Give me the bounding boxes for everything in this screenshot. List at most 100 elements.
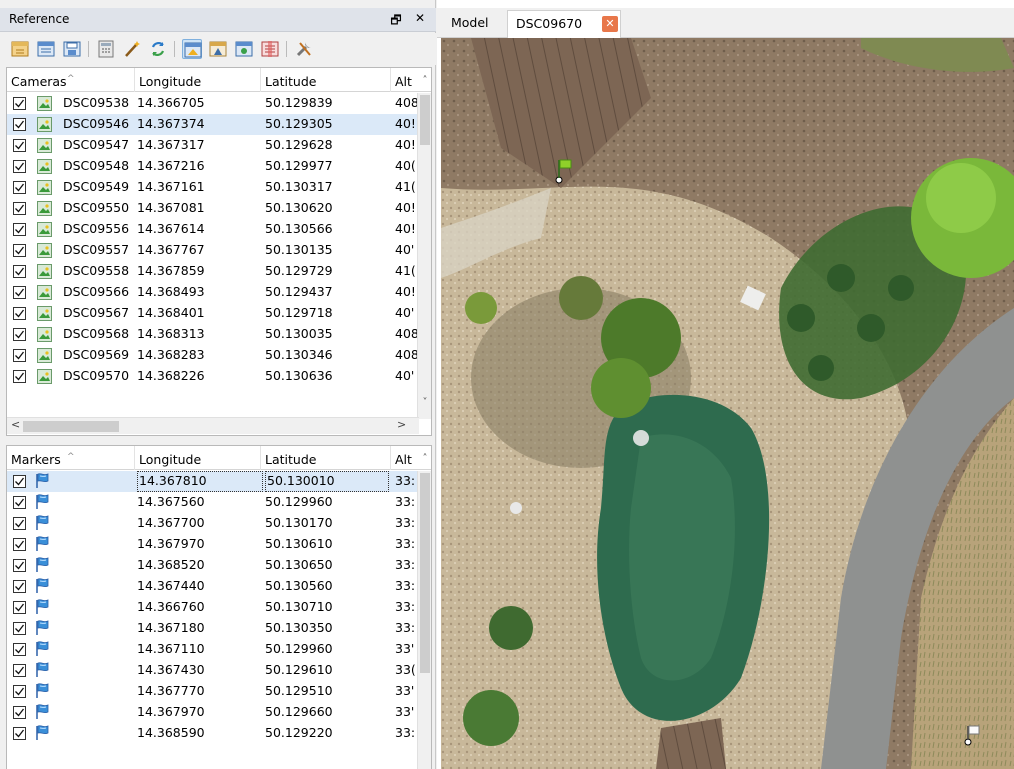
alt-cell[interactable]: 40!: [395, 282, 419, 303]
alt-cell[interactable]: 33': [395, 681, 419, 702]
longitude-cell[interactable]: 14.367770: [137, 681, 263, 702]
longitude-cell[interactable]: 14.368493: [137, 282, 263, 303]
camera-row[interactable]: DSC09568 14.368313 50.130035 408: [7, 324, 419, 345]
row-checkbox[interactable]: [13, 622, 26, 635]
latitude-cell[interactable]: 50.129628: [265, 135, 389, 156]
alt-cell[interactable]: 41(: [395, 177, 419, 198]
marker-row[interactable]: 14.367700 50.130170 33:: [7, 513, 419, 534]
aerial-photo[interactable]: [441, 38, 1014, 769]
latitude-cell[interactable]: 50.129305: [265, 114, 389, 135]
latitude-cell[interactable]: 50.129960: [265, 639, 389, 660]
alt-cell[interactable]: 33(: [395, 660, 419, 681]
alt-cell[interactable]: 40(: [395, 156, 419, 177]
column-header-cameras[interactable]: Cameras ^: [7, 68, 135, 92]
calculator-icon[interactable]: [96, 39, 116, 59]
latitude-cell[interactable]: 50.130710: [265, 597, 389, 618]
camera-row[interactable]: DSC09570 14.368226 50.130636 40': [7, 366, 419, 387]
latitude-cell[interactable]: 50.130650: [265, 555, 389, 576]
float-panel-button[interactable]: 🗗: [388, 11, 404, 32]
alt-cell[interactable]: 33:: [395, 492, 419, 513]
camera-row[interactable]: DSC09550 14.367081 50.130620 40!: [7, 198, 419, 219]
alt-cell[interactable]: 40!: [395, 219, 419, 240]
longitude-cell[interactable]: 14.367560: [137, 492, 263, 513]
column-header-alt[interactable]: Alt: [391, 446, 421, 470]
scroll-down-icon[interactable]: ˅: [418, 397, 431, 408]
row-checkbox[interactable]: [13, 370, 26, 383]
row-checkbox[interactable]: [13, 643, 26, 656]
alt-cell[interactable]: 408: [395, 93, 419, 114]
row-checkbox[interactable]: [13, 685, 26, 698]
row-checkbox[interactable]: [13, 580, 26, 593]
alt-cell[interactable]: 33:: [395, 534, 419, 555]
longitude-cell[interactable]: 14.366760: [137, 597, 263, 618]
marker-row[interactable]: 14.367970 50.129660 33': [7, 702, 419, 723]
column-header-latitude[interactable]: Latitude: [261, 68, 391, 92]
update-icon[interactable]: [148, 39, 168, 59]
marker-row[interactable]: 14.368590 50.129220 33:: [7, 723, 419, 744]
alt-cell[interactable]: 40': [395, 303, 419, 324]
row-checkbox[interactable]: [13, 286, 26, 299]
marker-row[interactable]: 14.367970 50.130610 33:: [7, 534, 419, 555]
marker-row[interactable]: 14.367440 50.130560 33:: [7, 576, 419, 597]
alt-cell[interactable]: 40!: [395, 135, 419, 156]
row-checkbox[interactable]: [13, 97, 26, 110]
view-source-icon[interactable]: [234, 39, 254, 59]
marker-row[interactable]: 14.367180 50.130350 33:: [7, 618, 419, 639]
row-checkbox[interactable]: [13, 139, 26, 152]
latitude-cell[interactable]: 50.130317: [265, 177, 389, 198]
column-header-longitude[interactable]: Longitude: [135, 68, 261, 92]
alt-cell[interactable]: 33:: [395, 555, 419, 576]
row-checkbox[interactable]: [13, 727, 26, 740]
column-header-markers[interactable]: Markers ^: [7, 446, 135, 470]
latitude-cell[interactable]: 50.130610: [265, 534, 389, 555]
alt-cell[interactable]: 408: [395, 324, 419, 345]
alt-cell[interactable]: 33:: [395, 618, 419, 639]
row-checkbox[interactable]: [13, 601, 26, 614]
longitude-cell[interactable]: 14.366705: [137, 93, 263, 114]
latitude-cell[interactable]: 50.130170: [265, 513, 389, 534]
scrollbar-thumb[interactable]: [23, 421, 119, 432]
latitude-cell[interactable]: 50.129437: [265, 282, 389, 303]
camera-row[interactable]: DSC09546 14.367374 50.129305 40!: [7, 114, 419, 135]
latitude-cell[interactable]: 50.130035: [265, 324, 389, 345]
latitude-cell[interactable]: 50.129718: [265, 303, 389, 324]
row-checkbox[interactable]: [13, 328, 26, 341]
longitude-cell[interactable]: 14.367767: [137, 240, 263, 261]
import-icon[interactable]: [10, 39, 30, 59]
longitude-cell[interactable]: 14.367161: [137, 177, 263, 198]
camera-row[interactable]: DSC09558 14.367859 50.129729 41(: [7, 261, 419, 282]
latitude-cell[interactable]: 50.130135: [265, 240, 389, 261]
longitude-cell[interactable]: 14.367700: [137, 513, 263, 534]
alt-cell[interactable]: 33:: [395, 597, 419, 618]
latitude-cell[interactable]: 50.130636: [265, 366, 389, 387]
camera-row[interactable]: DSC09557 14.367767 50.130135 40': [7, 240, 419, 261]
camera-row[interactable]: DSC09566 14.368493 50.129437 40!: [7, 282, 419, 303]
marker-row[interactable]: 14.367770 50.129510 33': [7, 681, 419, 702]
save-icon[interactable]: [62, 39, 82, 59]
alt-cell[interactable]: 33': [395, 702, 419, 723]
view-variance-icon[interactable]: [260, 39, 280, 59]
camera-row[interactable]: DSC09549 14.367161 50.130317 41(: [7, 177, 419, 198]
row-checkbox[interactable]: [13, 118, 26, 131]
row-checkbox[interactable]: [13, 202, 26, 215]
longitude-cell[interactable]: 14.368590: [137, 723, 263, 744]
scroll-up-icon[interactable]: ˄: [418, 453, 431, 464]
tab-dsc09670[interactable]: DSC09670 ✕: [507, 10, 621, 38]
longitude-cell[interactable]: 14.368401: [137, 303, 263, 324]
latitude-cell[interactable]: 50.130350: [265, 618, 389, 639]
marker-row[interactable]: 14.367560 50.129960 33:: [7, 492, 419, 513]
close-tab-icon[interactable]: ✕: [602, 16, 618, 32]
longitude-cell[interactable]: 14.367110: [137, 639, 263, 660]
scrollbar-thumb[interactable]: [420, 95, 430, 145]
alt-cell[interactable]: 40': [395, 366, 419, 387]
longitude-cell[interactable]: 14.367081: [137, 198, 263, 219]
marker-row[interactable]: 14.368520 50.130650 33:: [7, 555, 419, 576]
column-header-latitude[interactable]: Latitude: [261, 446, 391, 470]
view-estimated-icon[interactable]: [182, 39, 202, 59]
marker-row[interactable]: 14.367810 50.130010 33:: [7, 471, 419, 492]
longitude-cell[interactable]: 14.367440: [137, 576, 263, 597]
alt-cell[interactable]: 33:: [395, 513, 419, 534]
marker-row[interactable]: 14.366760 50.130710 33:: [7, 597, 419, 618]
close-panel-button[interactable]: ✕: [412, 11, 428, 25]
camera-row[interactable]: DSC09548 14.367216 50.129977 40(: [7, 156, 419, 177]
